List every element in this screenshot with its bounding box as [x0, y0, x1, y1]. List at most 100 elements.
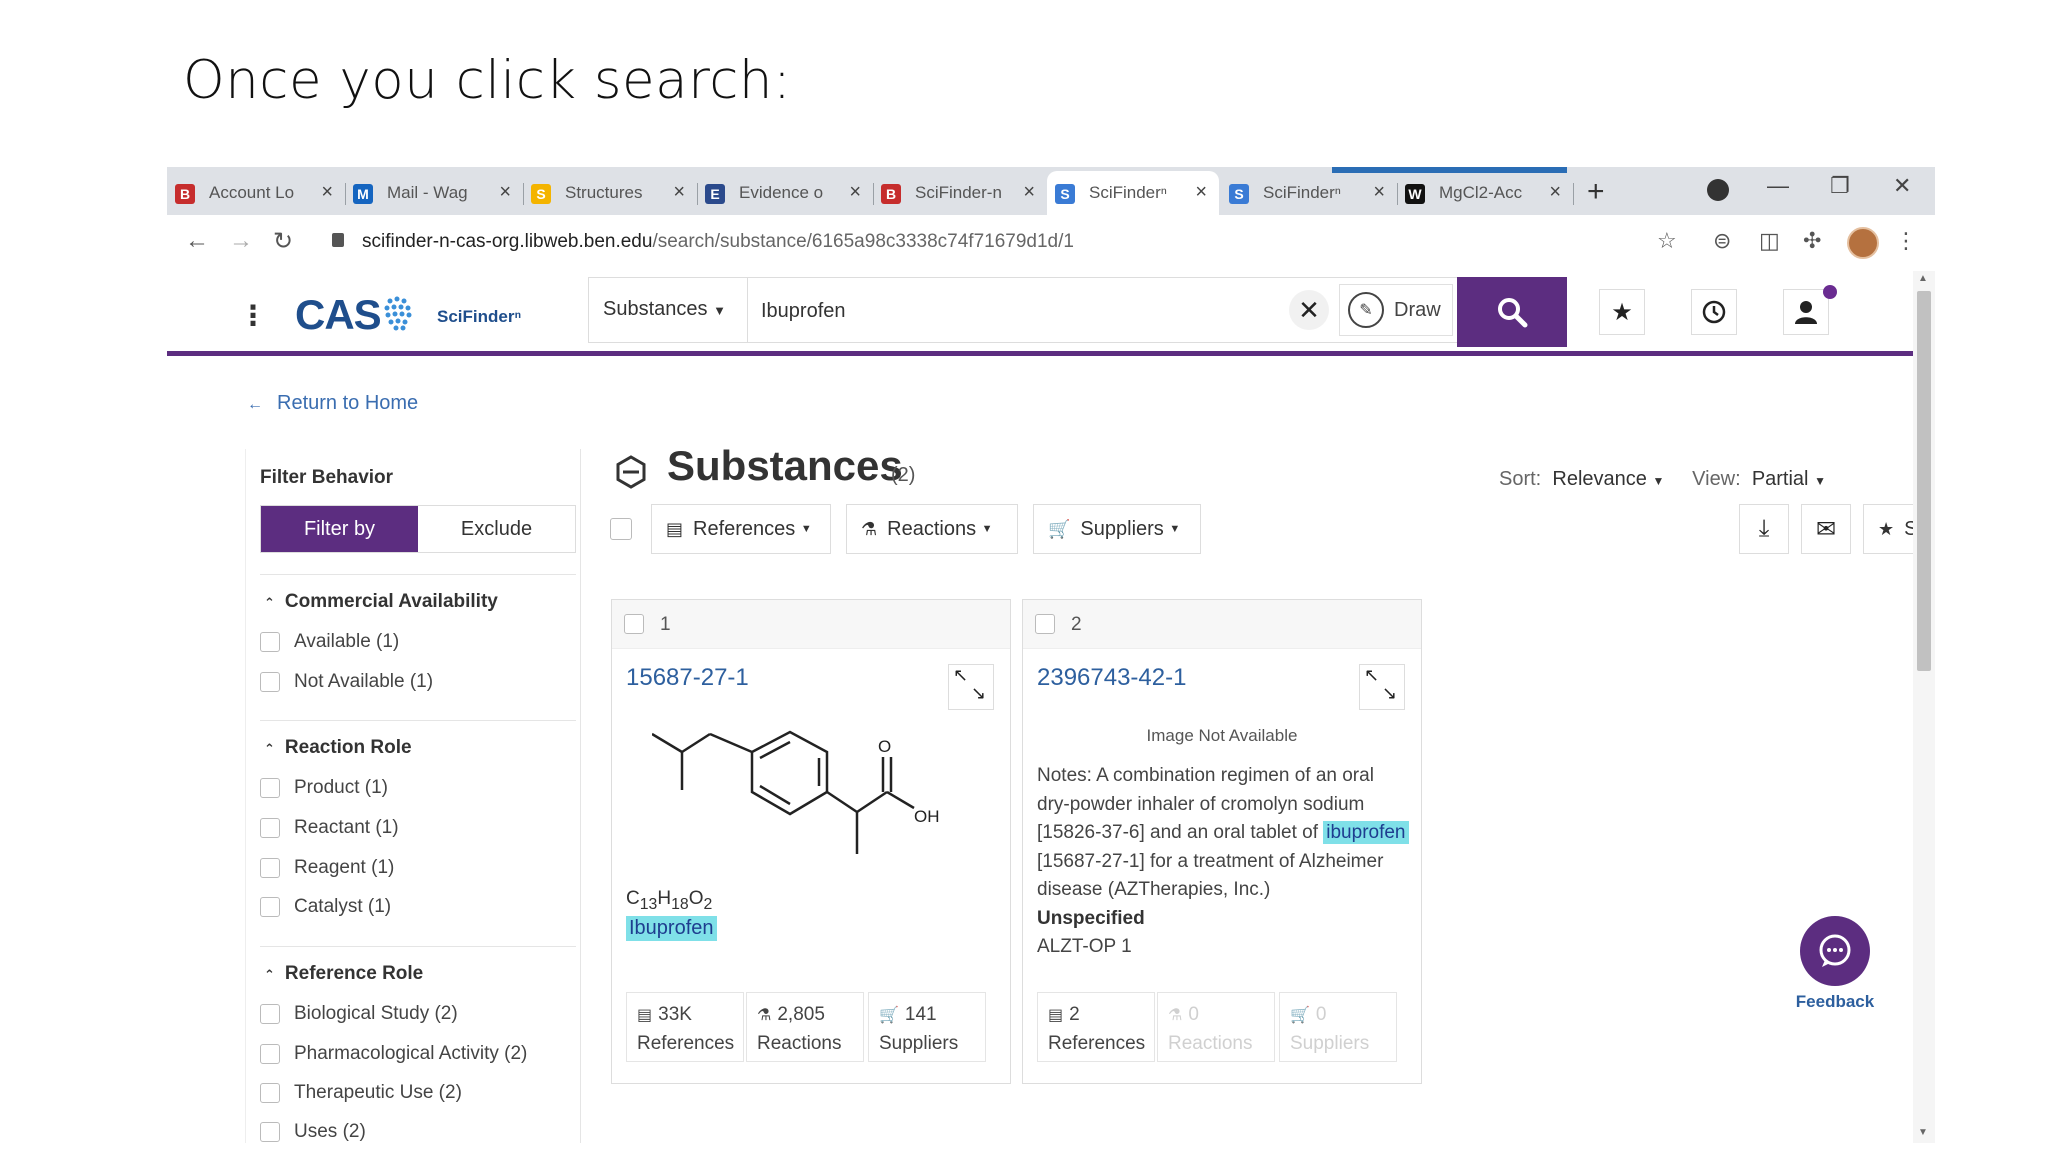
tab-mail[interactable]: M Mail - Wag ×: [345, 171, 523, 215]
favorites-icon[interactable]: ★: [1599, 289, 1645, 335]
close-icon[interactable]: ×: [321, 181, 333, 204]
chevron-down-icon: ▼: [1652, 474, 1665, 488]
page-scrollbar[interactable]: ▲ ▼: [1913, 271, 1935, 1143]
references-stat[interactable]: ▤ 33K References: [626, 992, 744, 1062]
search-input[interactable]: [759, 288, 1263, 334]
filter-reagent[interactable]: Reagent (1): [260, 857, 394, 879]
extension-2-icon[interactable]: ◫: [1759, 228, 1780, 254]
expand-icon[interactable]: ↖ ↘: [948, 664, 994, 710]
filter-product[interactable]: Product (1): [260, 777, 388, 799]
back-icon[interactable]: ←: [185, 227, 209, 255]
minimize-icon[interactable]: —: [1767, 173, 1789, 199]
filter-pharmacological-activity[interactable]: Pharmacological Activity (2): [260, 1043, 527, 1065]
media-control-icon[interactable]: [1707, 179, 1729, 201]
reload-icon[interactable]: ↻: [273, 227, 293, 256]
extension-icon[interactable]: ⊜: [1713, 228, 1731, 254]
checkbox[interactable]: [260, 818, 280, 838]
suppliers-stat[interactable]: 🛒 141 Suppliers: [868, 992, 986, 1062]
tab-scifinder-2[interactable]: S SciFinderⁿ ×: [1221, 171, 1397, 215]
tab-mgcl2[interactable]: W MgCl2-Acc ×: [1397, 171, 1573, 215]
checkbox[interactable]: [260, 672, 280, 692]
download-icon[interactable]: ⤓: [1739, 504, 1789, 554]
close-icon[interactable]: ×: [1023, 181, 1035, 204]
feedback-button[interactable]: Feedback: [1785, 916, 1885, 1012]
cas-registry-number[interactable]: 15687-27-1: [626, 664, 749, 692]
reactions-stat[interactable]: ⚗ 2,805 Reactions: [746, 992, 864, 1062]
clear-search-icon[interactable]: ✕: [1289, 290, 1329, 330]
close-icon[interactable]: ×: [1549, 181, 1561, 204]
checkbox[interactable]: [260, 778, 280, 798]
filter-not-available[interactable]: Not Available (1): [260, 671, 433, 693]
search-type-select[interactable]: Substances ▼: [603, 298, 726, 321]
tab-structures[interactable]: S Structures ×: [523, 171, 697, 215]
sort-select[interactable]: Relevance ▼: [1552, 468, 1664, 490]
user-icon[interactable]: [1783, 289, 1829, 335]
email-icon[interactable]: ✉: [1801, 504, 1851, 554]
result-checkbox[interactable]: [624, 614, 644, 634]
new-tab-icon[interactable]: +: [1587, 175, 1605, 209]
view-select[interactable]: Partial ▼: [1752, 468, 1826, 490]
exclude-button[interactable]: Exclude: [418, 506, 575, 552]
close-icon[interactable]: ×: [673, 181, 685, 204]
reactions-button[interactable]: ⚗ Reactions ▼: [846, 504, 1018, 554]
puzzle-icon[interactable]: ✣: [1803, 228, 1821, 254]
filter-uses[interactable]: Uses (2): [260, 1121, 366, 1143]
references-button[interactable]: ▤ References ▼: [651, 504, 831, 554]
chat-bubble-icon: [1800, 916, 1870, 986]
tab-favicon: E: [705, 184, 725, 204]
draw-button[interactable]: ✎ Draw: [1339, 284, 1453, 336]
scrollbar-thumb[interactable]: [1917, 291, 1931, 671]
checkbox[interactable]: [260, 632, 280, 652]
url-host: scifinder-n-cas-org.libweb.ben.edu: [362, 231, 653, 252]
app-menu-icon[interactable]: ⋮: [239, 299, 267, 332]
tab-scifinder-active[interactable]: S SciFinderⁿ ×: [1047, 171, 1219, 215]
checkbox[interactable]: [260, 897, 280, 917]
filter-reactant[interactable]: Reactant (1): [260, 817, 399, 839]
result-checkbox[interactable]: [1035, 614, 1055, 634]
url-field[interactable]: scifinder-n-cas-org.libweb.ben.edu/searc…: [362, 231, 1074, 253]
checkbox[interactable]: [260, 1083, 280, 1103]
forward-icon[interactable]: →: [229, 227, 253, 255]
checkbox[interactable]: [260, 1044, 280, 1064]
profile-avatar[interactable]: [1847, 227, 1879, 259]
checkbox[interactable]: [260, 858, 280, 878]
product-name: SciFinderⁿ: [437, 307, 522, 326]
filter-by-button[interactable]: Filter by: [261, 506, 418, 552]
tab-evidence[interactable]: E Evidence o ×: [697, 171, 873, 215]
select-all-checkbox[interactable]: [610, 518, 632, 540]
restore-icon[interactable]: ❐: [1830, 173, 1850, 199]
history-icon[interactable]: [1691, 289, 1737, 335]
return-home-link[interactable]: ← Return to Home: [247, 392, 418, 415]
tab-scifinder-n[interactable]: B SciFinder-n ×: [873, 171, 1047, 215]
filter-available[interactable]: Available (1): [260, 631, 399, 653]
section-reaction-role[interactable]: ⌃ Reaction Role: [264, 737, 412, 759]
filter-biological-study[interactable]: Biological Study (2): [260, 1003, 458, 1025]
close-icon[interactable]: ×: [499, 181, 511, 204]
close-icon[interactable]: ×: [1373, 181, 1385, 204]
suppliers-button[interactable]: 🛒 Suppliers ▼: [1033, 504, 1201, 554]
references-stat[interactable]: ▤ 2 References: [1037, 992, 1155, 1062]
close-window-icon[interactable]: ✕: [1893, 173, 1911, 199]
expand-icon[interactable]: ↖ ↘: [1359, 664, 1405, 710]
menu-icon[interactable]: ⋮: [1895, 228, 1917, 254]
search-button[interactable]: [1457, 277, 1567, 347]
result-card-2[interactable]: 2 2396743-42-1 ↖ ↘ Image Not Available No…: [1022, 599, 1422, 1084]
tab-favicon: S: [531, 184, 551, 204]
chevron-up-icon: ⌃: [264, 595, 275, 610]
cas-logo[interactable]: CAS: [295, 291, 382, 339]
cas-registry-number[interactable]: 2396743-42-1: [1037, 664, 1186, 692]
filter-catalyst[interactable]: Catalyst (1): [260, 896, 391, 918]
bookmark-star-icon[interactable]: ☆: [1657, 228, 1677, 254]
scroll-up-icon[interactable]: ▲: [1918, 273, 1928, 284]
scroll-down-icon[interactable]: ▼: [1918, 1127, 1928, 1138]
tab-account-login[interactable]: B Account Lo ×: [167, 171, 345, 215]
result-card-1[interactable]: 1 15687-27-1 ↖ ↘ O OH C13H18O2 Ibuprofen…: [611, 599, 1011, 1084]
section-commercial-availability[interactable]: ⌃ Commercial Availability: [264, 591, 498, 613]
section-reference-role[interactable]: ⌃ Reference Role: [264, 963, 423, 985]
close-icon[interactable]: ×: [849, 181, 861, 204]
filter-therapeutic-use[interactable]: Therapeutic Use (2): [260, 1082, 462, 1104]
checkbox[interactable]: [260, 1122, 280, 1142]
document-icon: ▤: [637, 1007, 653, 1024]
close-icon[interactable]: ×: [1195, 181, 1207, 204]
checkbox[interactable]: [260, 1004, 280, 1024]
